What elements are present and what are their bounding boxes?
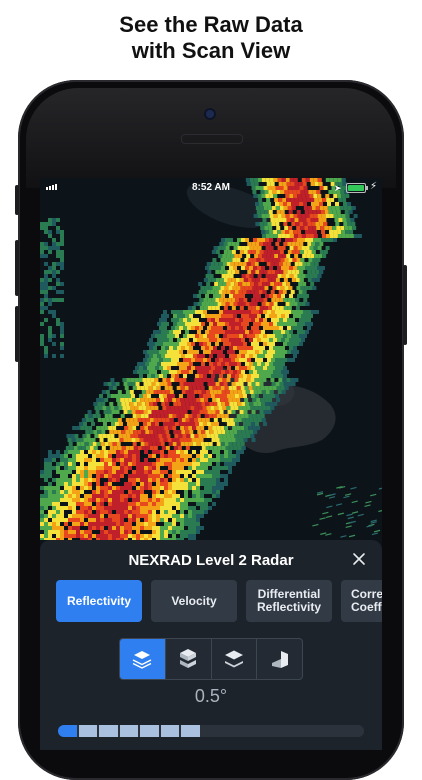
location-arrow-icon: ➤ — [334, 183, 342, 193]
mode-cross-section[interactable] — [257, 639, 302, 679]
layer-stack-icon — [224, 650, 243, 668]
battery-icon — [346, 183, 368, 193]
scan-progress-segment — [181, 725, 200, 737]
mode-layer-stack[interactable] — [212, 639, 258, 679]
front-camera — [206, 110, 214, 118]
tab-velocity[interactable]: Velocity — [151, 580, 237, 622]
tab-differential-reflectivity-label: Differential Reflectivity — [256, 587, 322, 614]
tab-reflectivity-label: Reflectivity — [66, 593, 132, 608]
scan-progress-segment — [119, 725, 139, 737]
scan-progress-segment — [78, 725, 98, 737]
mode-ppi-scan[interactable] — [120, 639, 166, 679]
scan-progress-segment — [304, 725, 323, 737]
headline: See the Raw Data with Scan View — [0, 12, 422, 64]
mute-switch — [15, 185, 19, 215]
tab-reflectivity[interactable]: Reflectivity — [56, 580, 142, 622]
radar-settings-panel: NEXRAD Level 2 Radar Reflectivity Veloci… — [40, 540, 382, 750]
scan-progress-segment — [242, 725, 262, 737]
close-icon[interactable] — [352, 552, 366, 566]
tab-velocity-label: Velocity — [171, 593, 217, 608]
earpiece-speaker — [181, 134, 243, 144]
elevation-angle: 0.5° — [194, 686, 228, 706]
radar-map[interactable] — [40, 178, 382, 540]
tab-differential-reflectivity[interactable]: Differential Reflectivity — [246, 580, 332, 622]
mode-volume-stack[interactable] — [166, 639, 212, 679]
status-time: 8:52 AM — [192, 182, 230, 193]
power-button — [403, 265, 407, 345]
scan-progress-segment — [201, 725, 221, 737]
scan-progress-segment — [324, 725, 344, 737]
scan-progress-segment — [222, 725, 241, 737]
view-mode-selector — [119, 638, 303, 680]
cross-section-icon — [271, 651, 288, 668]
volume-down-button — [15, 306, 19, 362]
scan-progress-segment — [345, 725, 364, 737]
headline-line-2: with Scan View — [131, 38, 291, 63]
phone-screen: 8:52 AM ➤ ⚡ NEXRAD Level 2 Radar Reflect… — [40, 178, 382, 750]
scan-progress-segment — [140, 725, 159, 737]
headline-line-1: See the Raw Data — [119, 12, 303, 37]
scan-progress-segment — [58, 725, 77, 737]
panel-title: NEXRAD Level 2 Radar — [128, 552, 294, 569]
volume-stack-icon — [180, 649, 197, 668]
product-tabs: Reflectivity Velocity Differential Refle… — [56, 580, 382, 622]
status-bar: 8:52 AM ➤ ⚡ — [40, 178, 382, 196]
scan-progress-slider[interactable] — [58, 725, 364, 737]
scan-progress-segment — [283, 725, 303, 737]
scan-progress-segment — [99, 725, 118, 737]
ppi-scan-icon — [133, 651, 152, 669]
volume-up-button — [15, 240, 19, 296]
scan-progress-segment — [263, 725, 282, 737]
tab-correlation-coefficient-label: Corre Coeff — [351, 587, 382, 614]
scan-progress-segment — [160, 725, 180, 737]
charging-bolt-icon: ⚡ — [370, 181, 378, 192]
tab-correlation-coefficient[interactable]: Corre Coeff — [341, 580, 382, 622]
